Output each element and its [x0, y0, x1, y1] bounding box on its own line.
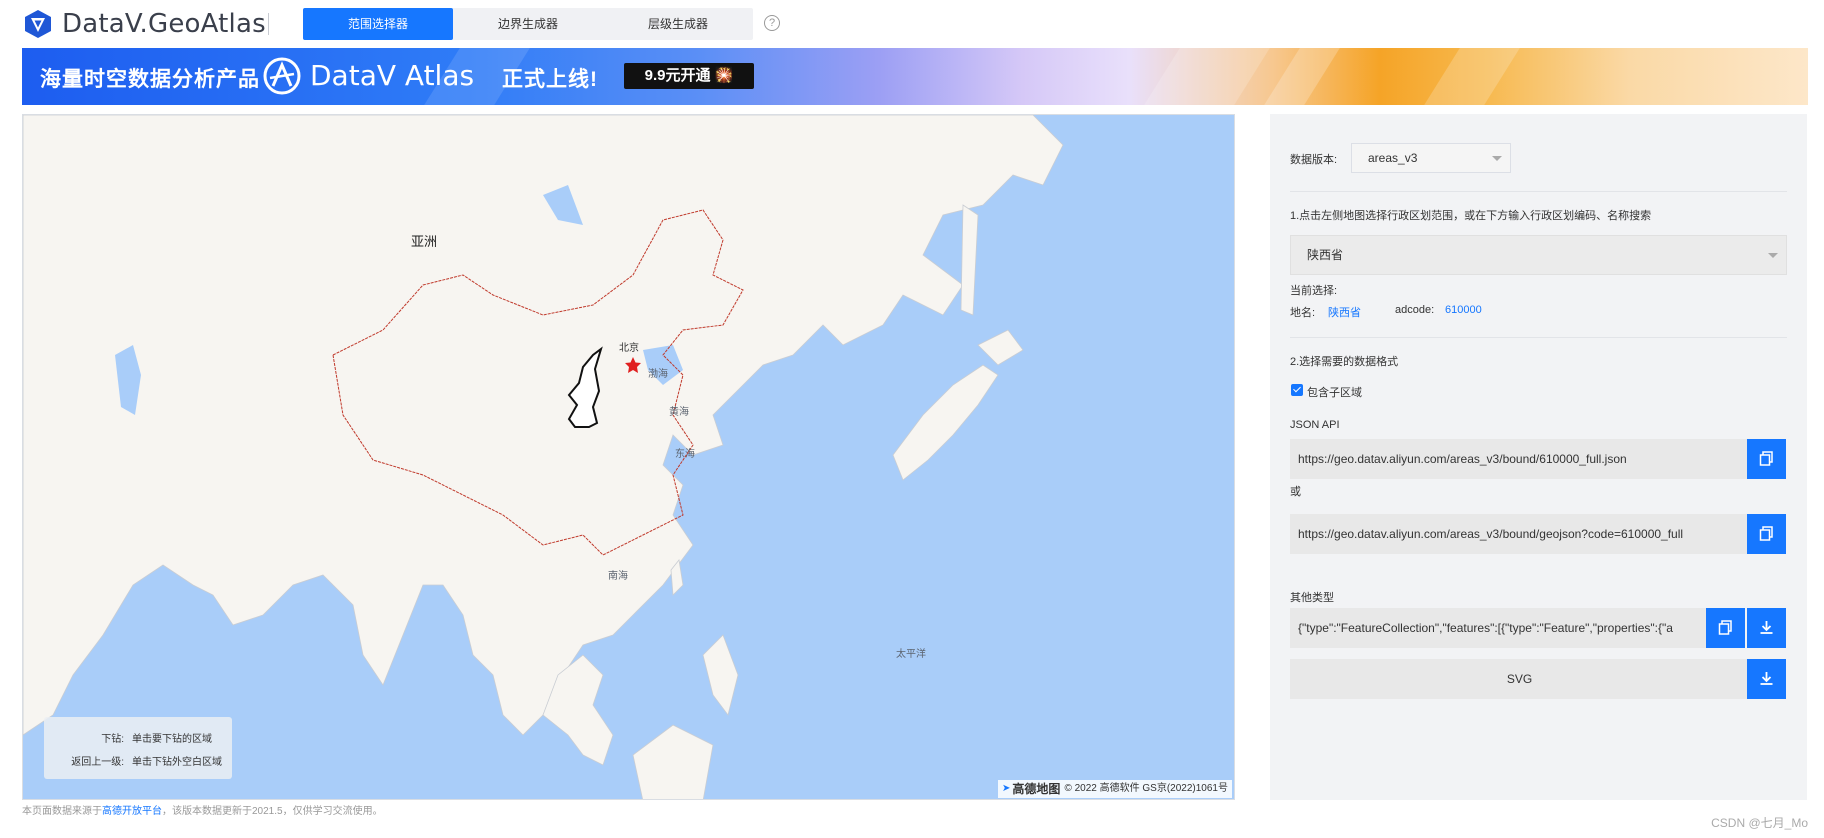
current-selection-label: 当前选择: — [1290, 285, 1338, 297]
map-attribution: ➤ 高德地图 © 2022 高德软件 GS京(2022)1061号 — [998, 780, 1232, 798]
label-bohai: 渤海 — [648, 369, 668, 380]
adcode-value: 610000 — [1445, 304, 1482, 316]
legend-value: 单击下钻外空白区域 — [132, 757, 222, 768]
download-other-button[interactable] — [1747, 608, 1786, 648]
legend-key: 下钻: — [101, 734, 124, 745]
footer-post: ，该版本数据更新于2021.5，仅供学习交流使用。 — [162, 806, 383, 817]
tab-level-generator[interactable]: 层级生成器 — [603, 8, 753, 40]
download-icon — [1760, 621, 1773, 634]
download-svg-button[interactable] — [1747, 659, 1786, 699]
banner-launch: 正式上线! — [502, 68, 598, 91]
land-sakhalin — [960, 204, 979, 316]
json-api-url-field[interactable]: https://geo.datav.aliyun.com/areas_v3/bo… — [1290, 439, 1749, 479]
header: DataV.GeoAtlas 范围选择器 边界生成器 层级生成器 ? — [0, 0, 1824, 48]
promo-banner[interactable]: 海量时空数据分析产品 DataV Atlas 正式上线! 9.9元开通 🎇 — [22, 48, 1808, 105]
label-pacific: 太平洋 — [896, 649, 926, 660]
copy-icon — [1718, 620, 1732, 635]
version-select[interactable]: areas_v3 — [1351, 143, 1511, 173]
label-asia: 亚洲 — [411, 234, 438, 249]
step2-instruction: 2.选择需要的数据格式 — [1290, 356, 1399, 368]
label-east-sea: 东海 — [675, 449, 695, 460]
chevron-down-icon — [1768, 253, 1778, 258]
watermark: CSDN @七月_Mo — [1711, 816, 1808, 830]
settings-panel: 数据版本: areas_v3 1.点击左侧地图选择行政区划范围，或在下方输入行政… — [1270, 114, 1807, 800]
include-children-label[interactable]: 包含子区域 — [1307, 384, 1362, 400]
region-select[interactable]: 陕西省 — [1290, 235, 1787, 275]
land-asia — [23, 115, 1064, 736]
copy-json-api-button[interactable] — [1747, 439, 1786, 479]
banner-tagline: 海量时空数据分析产品 — [40, 68, 260, 91]
footer-link[interactable]: 高德开放平台 — [102, 806, 162, 817]
map-view[interactable]: 亚洲 北京 渤海 黄海 东海 南海 太平洋 下钻: 单击要下钻的区域 返回上一级… — [22, 114, 1235, 800]
svg-field[interactable]: SVG — [1290, 659, 1749, 699]
other-types-label: 其他类型 — [1290, 592, 1334, 604]
label-south-sea: 南海 — [608, 571, 628, 582]
step1-instruction: 1.点击左侧地图选择行政区划范围，或在下方输入行政区划编码、名称搜索 — [1290, 210, 1652, 222]
navigation-arrow-icon: ➤ — [1002, 783, 1011, 794]
legend-row: 返回上一级: 单击下钻外空白区域 — [44, 753, 222, 768]
datav-logo-icon — [25, 10, 51, 38]
copy-geojson-button[interactable] — [1747, 514, 1786, 554]
legend-value: 单击要下钻的区域 — [132, 734, 212, 745]
land-japan — [892, 364, 999, 481]
help-icon[interactable]: ? — [764, 15, 780, 31]
legend-row: 下钻: 单击要下钻的区域 — [44, 730, 212, 745]
json-api-label: JSON API — [1290, 419, 1340, 431]
copy-icon — [1759, 451, 1773, 466]
map-canvas[interactable] — [23, 115, 1235, 800]
version-value: areas_v3 — [1368, 151, 1418, 165]
banner-product: DataV Atlas — [310, 59, 475, 92]
tab-boundary-generator[interactable]: 边界生成器 — [453, 8, 603, 40]
copy-icon — [1759, 526, 1773, 541]
label-beijing: 北京 — [619, 343, 639, 354]
header-divider — [268, 13, 269, 35]
region-value: 陕西省 — [1307, 248, 1344, 262]
map-legend: 下钻: 单击要下钻的区域 返回上一级: 单击下钻外空白区域 — [44, 717, 232, 779]
attribution-text: © 2022 高德软件 GS京(2022)1061号 — [1064, 783, 1228, 794]
land-philippines — [702, 634, 739, 716]
svg-label: SVG — [1506, 672, 1533, 686]
banner-decoration — [1424, 48, 1520, 105]
divider — [1290, 337, 1787, 338]
or-label: 或 — [1290, 486, 1301, 498]
datav-atlas-logo-icon — [263, 57, 301, 95]
download-icon — [1760, 672, 1773, 685]
geojson-url-field[interactable]: https://geo.datav.aliyun.com/areas_v3/bo… — [1290, 514, 1749, 554]
label-yellow-sea: 黄海 — [669, 407, 689, 418]
adcode-label: adcode: — [1395, 304, 1435, 316]
chevron-down-icon — [1492, 156, 1502, 161]
legend-key: 返回上一级: — [71, 757, 124, 768]
footer-note: 本页面数据来源于高德开放平台，该版本数据更新于2021.5，仅供学习交流使用。 — [22, 802, 383, 817]
logo-text: DataV.GeoAtlas — [62, 9, 266, 39]
other-types-field[interactable]: {"type":"FeatureCollection","features":[… — [1290, 608, 1708, 648]
include-children-checkbox[interactable] — [1291, 384, 1303, 396]
tab-range-selector[interactable]: 范围选择器 — [303, 8, 453, 40]
footer-pre: 本页面数据来源于 — [22, 806, 102, 817]
banner-decoration — [1264, 48, 1340, 105]
name-value: 陕西省 — [1328, 307, 1361, 319]
land-hokkaido — [977, 329, 1024, 366]
logo[interactable]: DataV.GeoAtlas — [22, 8, 266, 40]
tool-tabs: 范围选择器 边界生成器 层级生成器 — [303, 8, 753, 40]
copy-other-button[interactable] — [1706, 608, 1745, 648]
banner-cta-button[interactable]: 9.9元开通 🎇 — [624, 63, 754, 89]
attribution-brand: 高德地图 — [1012, 782, 1061, 796]
version-label: 数据版本: — [1290, 154, 1338, 166]
divider — [1290, 191, 1787, 192]
land-borneo — [632, 724, 714, 799]
name-label: 地名: — [1290, 307, 1316, 319]
banner-decoration — [1144, 48, 1270, 105]
